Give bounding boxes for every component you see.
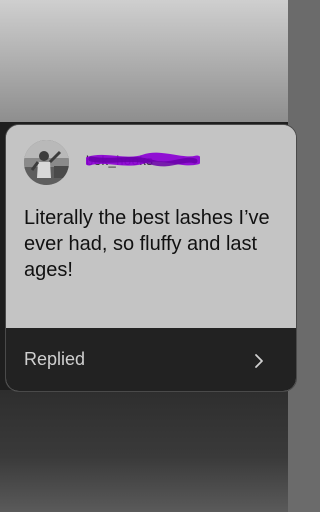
review-text: Literally the best lashes I’ve ever had,… (24, 207, 270, 281)
review-card[interactable]: bek_hooks Literally the best lashes I’ve… (5, 124, 297, 392)
user-avatar-icon[interactable] (24, 140, 69, 185)
username[interactable]: bek_hooks (86, 152, 200, 168)
replied-row[interactable]: Replied (6, 328, 296, 391)
replied-label: Replied (24, 349, 86, 369)
redaction-scribble (86, 152, 200, 167)
background-top (0, 0, 288, 122)
review-card-body: bek_hooks Literally the best lashes I’ve… (6, 125, 296, 328)
chevron-right-icon[interactable] (252, 352, 266, 370)
background-bottom (0, 390, 288, 512)
